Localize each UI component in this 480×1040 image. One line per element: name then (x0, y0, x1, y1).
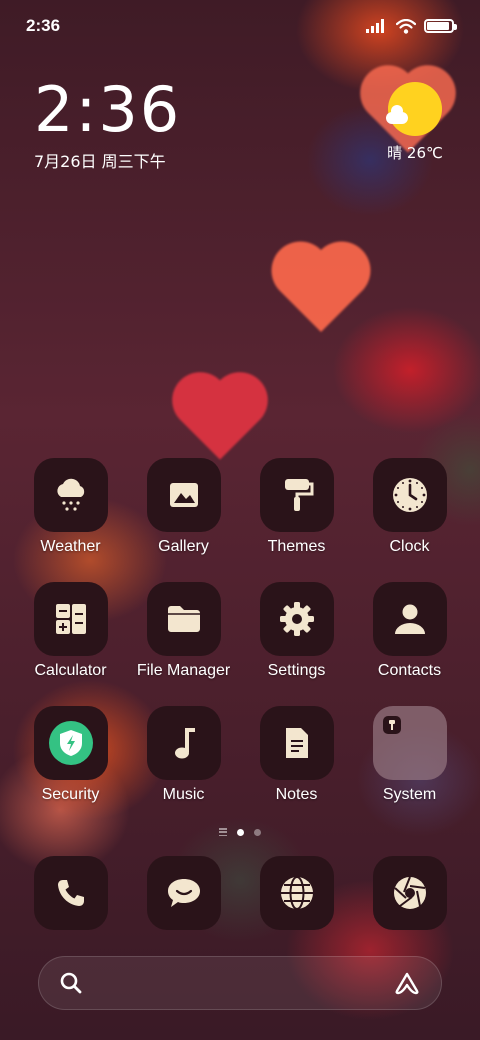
app-music[interactable]: Music (127, 706, 240, 804)
app-label: Security (41, 786, 100, 803)
app-label: Themes (267, 538, 326, 555)
app-label: Contacts (377, 662, 442, 679)
battery-fill (427, 22, 449, 30)
dock (14, 856, 466, 930)
status-bar: 2:36 (0, 0, 480, 52)
app-contacts[interactable]: Contacts (353, 582, 466, 680)
app-label: Notes (275, 786, 318, 803)
app-notes[interactable]: Notes (240, 706, 353, 804)
clock-icon (372, 458, 447, 532)
app-label: Settings (267, 662, 326, 679)
wifi-icon (396, 18, 416, 34)
app-system-folder[interactable]: System (353, 706, 466, 804)
status-icons (366, 18, 457, 34)
page-dot[interactable] (237, 828, 244, 836)
person-icon (372, 582, 447, 656)
dock-phone[interactable] (14, 856, 127, 930)
app-label: System (382, 786, 437, 803)
app-clock[interactable]: Clock (353, 458, 466, 556)
app-settings[interactable]: Settings (240, 582, 353, 680)
app-label: File Manager (136, 662, 231, 679)
battery-icon (424, 19, 457, 33)
gear-icon (259, 582, 334, 656)
dock-camera[interactable] (353, 856, 466, 930)
app-calculator[interactable]: Calculator (14, 582, 127, 680)
weather-widget-text: 晴 26℃ (387, 144, 443, 162)
dock-messages[interactable] (127, 856, 240, 930)
folder-icon (146, 582, 221, 656)
app-label: Calculator (34, 662, 107, 679)
clock-widget-time: 2:36 (34, 73, 182, 146)
phone-icon (33, 856, 108, 930)
clock-widget-date: 7月26日 周三下午 (34, 152, 166, 171)
app-label: Weather (40, 538, 101, 555)
app-themes[interactable]: Themes (240, 458, 353, 556)
app-gallery[interactable]: Gallery (127, 458, 240, 556)
weather-snow-cloud-icon (33, 458, 108, 532)
app-list-icon[interactable] (219, 828, 227, 836)
search-icon[interactable] (59, 971, 83, 995)
app-grid: Weather Gallery Themes Clock Calculator … (14, 458, 466, 804)
mini-app-icon (382, 716, 401, 734)
status-time: 2:36 (26, 16, 61, 35)
signal-icon (366, 19, 384, 33)
gallery-image-icon (146, 458, 221, 532)
shield-bolt-icon (33, 706, 108, 780)
app-label: Music (162, 786, 205, 803)
page-indicator[interactable] (0, 828, 480, 836)
app-file-manager[interactable]: File Manager (127, 582, 240, 680)
folder-apps-icon (372, 706, 447, 780)
app-security[interactable]: Security (14, 706, 127, 804)
camera-aperture-icon (372, 856, 447, 930)
assistant-icon[interactable] (393, 971, 421, 995)
note-icon (259, 706, 334, 780)
partly-sunny-icon (386, 82, 442, 136)
search-bar[interactable] (38, 956, 442, 1010)
calculator-icon (33, 582, 108, 656)
clock-widget[interactable]: 2:36 7月26日 周三下午 (34, 78, 181, 172)
message-icon (146, 856, 221, 930)
weather-widget[interactable]: 晴 26℃ (384, 82, 446, 163)
globe-icon (259, 856, 334, 930)
app-label: Clock (389, 538, 430, 555)
music-note-icon (146, 706, 221, 780)
wallpaper-heart (180, 380, 260, 460)
dock-browser[interactable] (240, 856, 353, 930)
paint-roller-icon (259, 458, 334, 532)
security-badge (48, 721, 93, 765)
app-label: Gallery (158, 538, 209, 555)
app-weather[interactable]: Weather (14, 458, 127, 556)
page-dot[interactable] (254, 828, 261, 836)
wallpaper-heart (279, 249, 363, 333)
